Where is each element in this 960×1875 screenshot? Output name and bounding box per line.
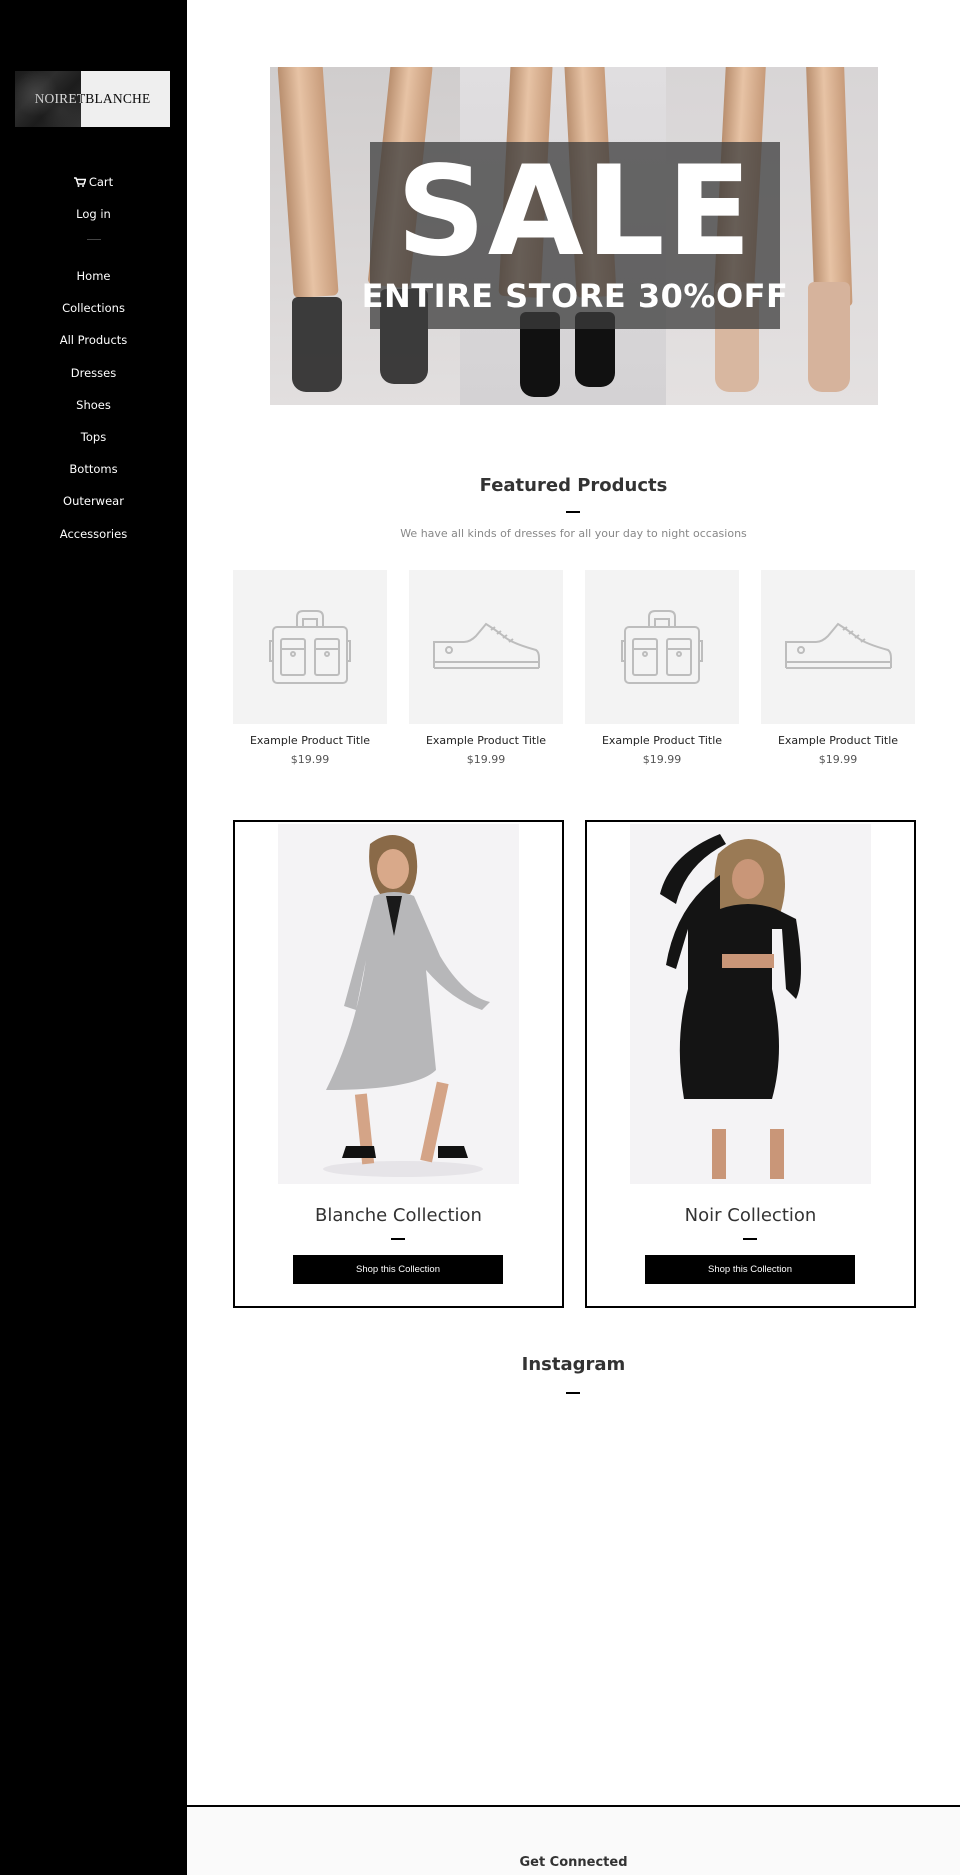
footer-title: Get Connected (519, 1855, 628, 1870)
sidebar: NOIRETBLANCHE Cart Log in Home Collectio… (0, 0, 187, 1875)
instagram-title: Instagram (521, 1354, 626, 1375)
collection-title: Blanche Collection (315, 1205, 482, 1226)
collection-image[interactable] (278, 824, 519, 1184)
product-image (409, 570, 563, 724)
product-price: $19.99 (290, 753, 330, 766)
product-card[interactable]: Example Product Title $19.99 (409, 570, 563, 766)
brand-name: NOIRETBLANCHE (34, 91, 151, 106)
collection-card-noir: Noir Collection Shop this Collection (585, 820, 916, 1308)
sneaker-icon (433, 622, 540, 669)
nav-collections[interactable]: Collections (0, 299, 187, 331)
title-underline (743, 1238, 757, 1240)
product-price: $19.99 (818, 753, 858, 766)
nav-accessories[interactable]: Accessories (0, 525, 187, 557)
account-links: Cart Log in Home Collections All Product… (0, 173, 187, 557)
product-image (585, 570, 739, 724)
title-underline (391, 1238, 405, 1240)
collection-image[interactable] (630, 824, 871, 1184)
login-link[interactable]: Log in (0, 205, 187, 237)
product-price: $19.99 (642, 753, 682, 766)
product-image (233, 570, 387, 724)
footer: Get Connected (187, 1807, 960, 1875)
shop-collection-button[interactable]: Shop this Collection (645, 1255, 855, 1284)
nav-home[interactable]: Home (0, 267, 187, 299)
sale-subline: ENTIRE STORE 30%OFF (361, 277, 789, 315)
sale-banner[interactable]: SALE ENTIRE STORE 30%OFF (270, 67, 878, 405)
collection-card-blanche: Blanche Collection Shop this Collection (233, 820, 564, 1308)
title-underline (566, 1392, 580, 1394)
nav-bottoms[interactable]: Bottoms (0, 460, 187, 492)
product-card[interactable]: Example Product Title $19.99 (233, 570, 387, 766)
product-image (761, 570, 915, 724)
product-title: Example Product Title (601, 734, 723, 747)
featured-subtitle: We have all kinds of dresses for all you… (400, 527, 747, 540)
product-title: Example Product Title (249, 734, 371, 747)
instagram-feed (233, 1410, 914, 1790)
nav-shoes[interactable]: Shoes (0, 396, 187, 428)
product-title: Example Product Title (777, 734, 899, 747)
shoe (292, 297, 342, 392)
model-leg (805, 67, 853, 308)
product-price: $19.99 (466, 753, 506, 766)
main-nav: Home Collections All Products Dresses Sh… (0, 267, 187, 557)
nav-outerwear[interactable]: Outerwear (0, 492, 187, 524)
nav-all-products[interactable]: All Products (0, 331, 187, 363)
title-underline (566, 511, 580, 513)
cart-link[interactable]: Cart (0, 173, 187, 205)
bag-icon (269, 610, 351, 684)
brand-logo[interactable]: NOIRETBLANCHE (15, 71, 170, 127)
cart-icon (73, 177, 86, 187)
main-content: SALE ENTIRE STORE 30%OFF Featured Produc… (187, 0, 960, 1875)
product-card[interactable]: Example Product Title $19.99 (585, 570, 739, 766)
collection-title: Noir Collection (684, 1205, 817, 1226)
model-photo (660, 834, 801, 1179)
sidebar-divider (86, 239, 101, 240)
sneaker-icon (785, 622, 892, 669)
sale-headline: SALE (396, 140, 754, 284)
nav-tops[interactable]: Tops (0, 428, 187, 460)
bag-icon (621, 610, 703, 684)
shop-collection-button[interactable]: Shop this Collection (293, 1255, 503, 1284)
shoe (808, 282, 850, 392)
product-title: Example Product Title (425, 734, 547, 747)
featured-title: Featured Products (479, 475, 668, 496)
model-photo (323, 835, 490, 1177)
product-card[interactable]: Example Product Title $19.99 (761, 570, 915, 766)
cart-label: Cart (88, 175, 114, 189)
nav-dresses[interactable]: Dresses (0, 364, 187, 396)
